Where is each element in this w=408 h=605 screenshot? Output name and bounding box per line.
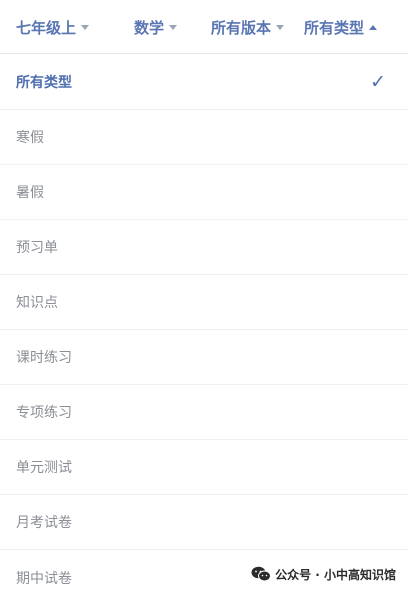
grade-filter[interactable]: 七年级上 <box>16 0 90 54</box>
caret-down-icon <box>276 24 285 30</box>
option-label: 单元测试 <box>16 460 72 476</box>
watermark: 公众号 · 小中高知识馆 <box>251 563 396 585</box>
type-dropdown-list: 所有类型 ✓ 寒假 暑假 预习单 知识点 课时练习 专项练习 单元测试 月考试卷… <box>0 55 408 605</box>
option-label: 月考试卷 <box>16 515 72 531</box>
option-label: 暑假 <box>16 185 44 201</box>
type-option[interactable]: 寒假 <box>0 110 408 165</box>
option-label: 所有类型 <box>16 75 72 91</box>
type-option[interactable]: 知识点 <box>0 275 408 330</box>
option-label: 知识点 <box>16 295 58 311</box>
type-filter-label: 所有类型 <box>304 18 365 37</box>
option-label: 期中试卷 <box>16 570 72 587</box>
caret-up-icon <box>369 24 378 30</box>
caret-down-icon <box>81 24 90 30</box>
subject-filter[interactable]: 数学 <box>134 0 178 54</box>
option-label: 寒假 <box>16 130 44 146</box>
filter-bar: 七年级上 数学 所有版本 所有类型 <box>0 0 408 54</box>
type-option[interactable]: 预习单 <box>0 220 408 275</box>
watermark-text: 公众号 · 小中高知识馆 <box>275 567 396 582</box>
type-option[interactable]: 月考试卷 <box>0 495 408 550</box>
type-filter[interactable]: 所有类型 <box>304 0 378 54</box>
grade-filter-label: 七年级上 <box>16 18 77 37</box>
wechat-icon <box>251 566 272 582</box>
option-label: 专项练习 <box>16 405 72 421</box>
type-option[interactable]: 所有类型 ✓ <box>0 55 408 110</box>
option-label: 课时练习 <box>16 350 72 366</box>
subject-filter-label: 数学 <box>134 18 165 37</box>
type-option[interactable]: 暑假 <box>0 165 408 220</box>
type-option[interactable]: 课时练习 <box>0 330 408 385</box>
caret-down-icon <box>169 24 178 30</box>
version-filter-label: 所有版本 <box>211 18 272 37</box>
check-icon: ✓ <box>370 70 386 93</box>
version-filter[interactable]: 所有版本 <box>211 0 285 54</box>
type-option[interactable]: 专项练习 <box>0 385 408 440</box>
option-label: 预习单 <box>16 240 58 256</box>
type-option[interactable]: 单元测试 <box>0 440 408 495</box>
